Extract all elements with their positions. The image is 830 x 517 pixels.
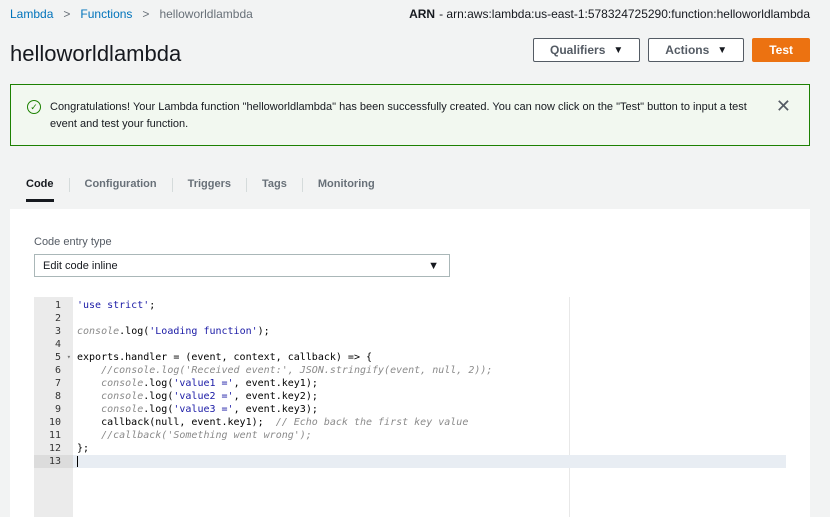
line-number: 2 — [54, 313, 61, 324]
arn-display: ARN - arn:aws:lambda:us-east-1:5783247252… — [409, 7, 810, 21]
code-line[interactable]: 13 — [34, 455, 786, 468]
code-line[interactable]: 10 callback(null, event.key1); // Echo b… — [34, 416, 786, 429]
actions-button[interactable]: Actions ▼ — [648, 38, 745, 62]
code-entry-type-select[interactable]: Edit code inline ▼ — [34, 254, 450, 277]
code-text: console.log('Loading function'); — [77, 326, 270, 337]
code-line[interactable]: 8 console.log('value2 =', event.key2); — [34, 390, 786, 403]
line-number: 4 — [54, 339, 61, 350]
flash-message: Congratulations! Your Lambda function "h… — [50, 101, 747, 130]
qualifiers-label: Qualifiers — [550, 43, 606, 57]
code-text: //callback('Something went wrong'); — [101, 430, 312, 441]
code-text — [73, 455, 78, 468]
code-line[interactable]: 2 — [34, 312, 786, 325]
text-cursor — [77, 455, 78, 467]
code-text: //console.log('Received event:', JSON.st… — [101, 365, 493, 376]
code-line[interactable]: 1 'use strict'; — [34, 299, 786, 312]
breadcrumb: Lambda > Functions > helloworldlambda — [10, 7, 253, 21]
caret-down-icon: ▼ — [428, 260, 439, 272]
code-line[interactable]: 6 //console.log('Received event:', JSON.… — [34, 364, 786, 377]
code-panel: Code entry type Edit code inline ▼ 1 'use… — [10, 209, 810, 517]
chevron-right-icon: > — [63, 7, 71, 21]
header-actions: Qualifiers ▼ Actions ▼ Test — [533, 38, 810, 62]
code-line[interactable]: 5 ▾ exports.handler = (event, context, cal… — [34, 351, 786, 364]
success-flash: ✓ Congratulations! Your Lambda function … — [10, 84, 810, 146]
code-line[interactable]: 3 console.log('Loading function'); — [34, 325, 786, 338]
close-icon[interactable]: ✕ — [776, 97, 791, 115]
tab-divider — [171, 178, 173, 192]
code-text: }; — [77, 443, 90, 454]
code-text: callback(null, event.key1); // Echo back… — [77, 417, 469, 428]
line-number: 7 — [54, 378, 61, 389]
code-line[interactable]: 12}; — [34, 442, 786, 455]
line-number: 13 — [34, 455, 73, 468]
caret-down-icon: ▼ — [717, 44, 728, 56]
test-button[interactable]: Test — [752, 38, 810, 62]
function-tabs: Code Configuration Triggers Tags Monitor… — [26, 178, 375, 202]
line-number: 5 ▾ — [54, 351, 71, 364]
code-line[interactable]: 7 console.log('value1 =', event.key1); — [34, 377, 786, 390]
code-text: exports.handler = (event, context, callb… — [77, 352, 373, 363]
tab-configuration[interactable]: Configuration — [85, 178, 157, 202]
arn-label: ARN — [409, 7, 436, 21]
caret-down-icon: ▼ — [613, 44, 624, 56]
arn-value: - arn:aws:lambda:us-east-1:578324725290:… — [439, 7, 810, 21]
line-number: 1 — [54, 300, 61, 311]
line-number: 3 — [54, 326, 61, 337]
tab-divider — [68, 178, 70, 192]
code-text: console.log('value1 =', event.key1); — [101, 378, 318, 389]
code-editor[interactable]: 1 'use strict'; 2 3 console.log('Loading fun… — [34, 297, 786, 517]
line-number: 11 — [48, 430, 61, 441]
breadcrumb-lambda-link[interactable]: Lambda — [10, 7, 53, 21]
tab-monitoring[interactable]: Monitoring — [318, 178, 375, 202]
check-circle-icon: ✓ — [27, 100, 41, 114]
line-number: 8 — [54, 391, 61, 402]
tab-code[interactable]: Code — [26, 178, 54, 202]
line-number: 9 — [54, 404, 61, 415]
code-entry-type-label: Code entry type — [34, 236, 112, 248]
tab-divider — [301, 178, 303, 192]
qualifiers-button[interactable]: Qualifiers ▼ — [533, 38, 641, 62]
code-line[interactable]: 11 //callback('Something went wrong'); — [34, 429, 786, 442]
code-entry-type-value: Edit code inline — [43, 259, 118, 272]
code-line[interactable]: 9 console.log('value3 =', event.key3); — [34, 403, 786, 416]
actions-label: Actions — [665, 43, 710, 57]
code-text: 'use strict'; — [77, 300, 156, 311]
breadcrumb-current: helloworldlambda — [159, 7, 253, 21]
code-line[interactable]: 4 — [34, 338, 786, 351]
breadcrumb-functions-link[interactable]: Functions — [80, 7, 132, 21]
line-number: 10 — [48, 417, 61, 428]
line-number: 12 — [48, 443, 61, 454]
code-text: console.log('value3 =', event.key3); — [101, 404, 318, 415]
tab-tags[interactable]: Tags — [262, 178, 287, 202]
code-text: console.log('value2 =', event.key2); — [101, 391, 318, 402]
page-title: helloworldlambda — [10, 41, 182, 66]
tab-divider — [246, 178, 248, 192]
fold-arrow-icon[interactable]: ▾ — [67, 351, 71, 364]
line-number: 6 — [54, 365, 61, 376]
chevron-right-icon: > — [142, 7, 150, 21]
tab-triggers[interactable]: Triggers — [188, 178, 231, 202]
